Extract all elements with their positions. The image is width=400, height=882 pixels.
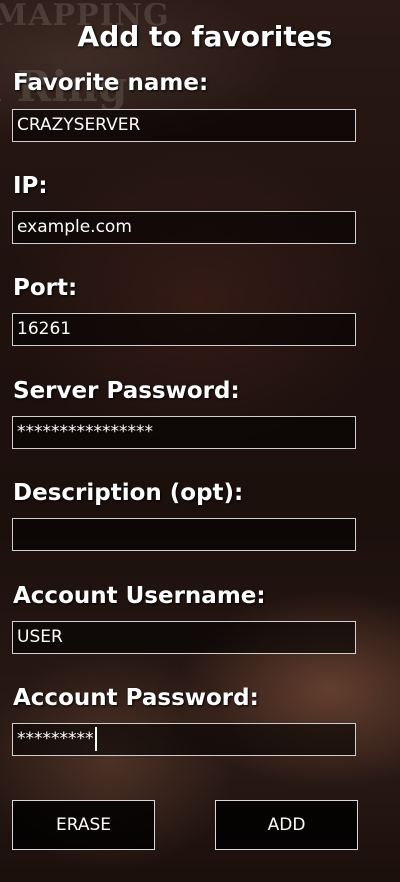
account-password-value: ********* [17,729,94,749]
erase-button[interactable]: ERASE [12,800,155,850]
add-to-favorites-panel: Add to favorites Favorite name: CRAZYSER… [0,0,400,882]
text-caret [94,727,97,751]
ip-input[interactable]: example.com [12,211,356,244]
port-input[interactable]: 16261 [12,313,356,346]
port-label: Port: [13,275,78,301]
description-input[interactable] [12,518,356,551]
favorite-name-input[interactable]: CRAZYSERVER [12,109,356,142]
account-username-label: Account Username: [13,583,266,609]
favorite-name-label: Favorite name: [13,70,209,96]
ip-label: IP: [13,173,48,199]
add-button[interactable]: ADD [215,800,358,850]
server-password-label: Server Password: [13,378,240,404]
account-password-label: Account Password: [13,685,259,711]
server-password-input[interactable]: **************** [12,416,356,449]
account-password-input[interactable]: ********* [12,723,356,756]
dialog-title: Add to favorites [77,20,333,53]
description-label: Description (opt): [13,480,244,506]
account-username-input[interactable]: USER [12,621,356,654]
